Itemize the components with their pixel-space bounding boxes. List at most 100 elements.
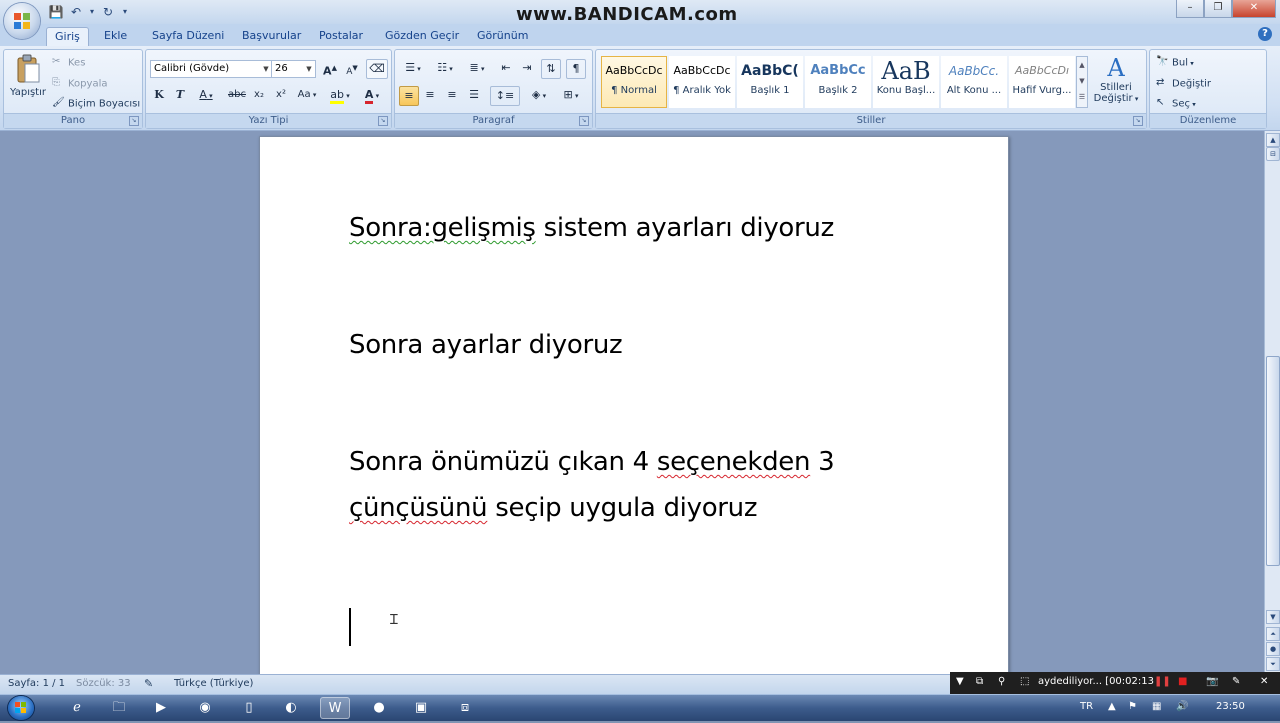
document-line[interactable]: Sonra:gelişmiş sistem ayarları diyoruz <box>349 213 834 243</box>
font-size-combo[interactable]: 26 ▼ <box>271 60 316 78</box>
align-left-button[interactable]: ≡ <box>399 86 419 106</box>
align-right-button[interactable]: ≡ <box>443 86 461 104</box>
language-tray[interactable]: TR <box>1080 701 1093 712</box>
font-color-button[interactable]: A ▾ <box>358 86 386 104</box>
justify-button[interactable]: ☰ <box>465 86 483 104</box>
style-item[interactable]: AaBbCc. Alt Konu ... <box>941 56 1007 108</box>
style-item[interactable]: AaBbCcDı Hafif Vurg... <box>1009 56 1075 108</box>
scroll-up-button[interactable]: ▲ <box>1266 133 1280 147</box>
flag-icon[interactable]: ⚑ <box>1128 701 1137 712</box>
network-icon[interactable]: ▦ <box>1152 701 1161 712</box>
tray-expand-icon[interactable]: ▲ <box>1108 701 1116 712</box>
paragraph-dialog-launcher-icon[interactable]: ↘ <box>579 116 589 126</box>
bold-button[interactable]: K <box>151 86 167 104</box>
tab-giris[interactable]: Giriş <box>46 27 89 46</box>
styles-dialog-launcher-icon[interactable]: ↘ <box>1133 116 1143 126</box>
camera-icon[interactable]: 📷 <box>1206 676 1218 687</box>
decrease-indent-button[interactable]: ⇤ <box>497 59 515 77</box>
save-icon[interactable]: 💾 <box>48 4 64 20</box>
ruler-toggle-icon[interactable]: ⊟ <box>1266 147 1280 161</box>
style-item[interactable]: AaB Konu Başl... <box>873 56 939 108</box>
numbering-button[interactable]: ☷ ▾ <box>431 59 459 77</box>
redo-icon[interactable]: ↻ <box>100 4 116 20</box>
chrome-icon[interactable]: ◉ <box>190 697 220 719</box>
italic-button[interactable]: T <box>172 86 188 104</box>
style-item[interactable]: AaBbCc Başlık 2 <box>805 56 871 108</box>
volume-icon[interactable]: 🔊 <box>1176 701 1188 712</box>
tab-gorunum[interactable]: Görünüm <box>477 27 528 45</box>
format-painter-button[interactable]: 🖌 Biçim Boyacısı <box>52 97 140 110</box>
tab-gozden-gecir[interactable]: Gözden Geçir <box>385 27 459 45</box>
language-indicator[interactable]: Türkçe (Türkiye) <box>174 678 253 689</box>
find-button[interactable]: 🔭 Bul ▾ <box>1156 56 1194 69</box>
superscript-button[interactable]: x² <box>272 86 290 104</box>
shrink-font-button[interactable]: A▼ <box>343 59 361 77</box>
document-line[interactable]: Sonra önümüzü çıkan 4 seçenekden 3 <box>349 447 835 477</box>
notepad-icon[interactable]: ▯ <box>234 697 264 719</box>
style-item[interactable]: AaBbC(Başlık 1 <box>737 56 803 108</box>
stop-icon[interactable]: ■ <box>1178 676 1187 687</box>
browse-object-icon[interactable]: ● <box>1266 642 1280 656</box>
proofing-icon[interactable]: ✎ <box>144 677 153 690</box>
bandicam-icon[interactable]: ● <box>364 697 394 719</box>
close-icon[interactable]: ✕ <box>1260 676 1268 687</box>
line-spacing-button[interactable]: ↕≡ <box>490 86 520 106</box>
increase-indent-button[interactable]: ⇥ <box>518 59 536 77</box>
minimize-button[interactable]: – <box>1176 0 1204 18</box>
clock[interactable]: 23:50 <box>1216 701 1245 712</box>
document-page[interactable]: Ɪ Sonra:gelişmiş sistem ayarları diyoruz… <box>259 136 1009 678</box>
office-button[interactable] <box>4 3 40 39</box>
pano-dialog-launcher-icon[interactable]: ↘ <box>129 116 139 126</box>
gallery-more-icon[interactable]: ☰ <box>1077 89 1087 105</box>
scroll-thumb[interactable] <box>1266 356 1280 566</box>
page-indicator[interactable]: Sayfa: 1 / 1 <box>8 678 65 689</box>
gallery-scroll[interactable]: ▲ ▼ ☰ <box>1076 56 1088 108</box>
font-dialog-launcher-icon[interactable]: ↘ <box>378 116 388 126</box>
help-icon[interactable]: ? <box>1258 27 1272 41</box>
show-hide-button[interactable]: ¶ <box>566 59 586 79</box>
undo-icon[interactable]: ↶ <box>68 4 84 20</box>
explorer-icon[interactable]: 🗀 <box>104 697 134 719</box>
collapse-icon[interactable]: ▼ <box>956 676 964 687</box>
search-icon[interactable]: ⚲ <box>998 676 1005 687</box>
strikethrough-button[interactable]: abc <box>226 86 248 104</box>
media-player-icon[interactable]: ▶ <box>146 697 176 719</box>
control-panel-icon[interactable]: ▣ <box>406 697 436 719</box>
cut-button[interactable]: ✂ Kes <box>52 56 85 69</box>
style-item[interactable]: AaBbCcDc ¶ Normal <box>601 56 667 108</box>
sort-button[interactable]: ⇅ <box>541 59 561 79</box>
chevron-down-icon[interactable]: ▼ <box>1077 73 1087 89</box>
document-line[interactable]: çünçüsünü seçip uygula diyoruz <box>349 493 758 523</box>
pause-icon[interactable]: ❚❚ <box>1154 676 1171 687</box>
remote-icon[interactable]: ⧈ <box>450 697 480 719</box>
copy-button[interactable]: ⎘ Kopyala <box>52 77 107 90</box>
highlight-button[interactable]: ab ▾ <box>326 86 354 104</box>
window-mode-icon[interactable]: ⧉ <box>976 676 983 687</box>
change-case-button[interactable]: Aa ▾ <box>294 86 320 104</box>
app-icon[interactable]: ◐ <box>276 697 306 719</box>
chevron-up-icon[interactable]: ▲ <box>1077 57 1087 73</box>
tab-ekle[interactable]: Ekle <box>104 27 127 45</box>
dropdown-arrow-icon[interactable]: ▾ <box>88 4 96 20</box>
grow-font-button[interactable]: A▲ <box>321 59 339 78</box>
font-name-combo[interactable]: Calibri (Gövde) ▼ <box>150 60 273 78</box>
start-button[interactable] <box>8 696 34 720</box>
paste-button[interactable]: Yapıştır <box>8 54 48 112</box>
pencil-icon[interactable]: ✎ <box>1232 676 1240 687</box>
shading-button[interactable]: ◈ ▾ <box>525 86 553 104</box>
document-line[interactable]: Sonra ayarlar diyoruz <box>349 330 623 360</box>
scroll-down-button[interactable]: ▼ <box>1266 610 1280 624</box>
align-center-button[interactable]: ≡ <box>421 86 439 104</box>
multilevel-list-button[interactable]: ≣ ▾ <box>463 59 491 77</box>
tab-postalar[interactable]: Postalar <box>319 27 363 45</box>
region-select-icon[interactable]: ⬚ <box>1020 676 1029 687</box>
customize-qat-icon[interactable]: ▾ <box>120 4 130 20</box>
tab-sayfa-duzeni[interactable]: Sayfa Düzeni <box>152 27 224 45</box>
tab-basvurular[interactable]: Başvurular <box>242 27 301 45</box>
next-page-icon[interactable]: ⏷ <box>1266 657 1280 671</box>
bullets-button[interactable]: ☰ ▾ <box>399 59 427 77</box>
ie-icon[interactable]: ℯ <box>62 697 92 719</box>
underline-button[interactable]: A ▾ <box>194 86 218 104</box>
borders-button[interactable]: ⊞ ▾ <box>557 86 585 104</box>
replace-button[interactable]: ⇄ Değiştir <box>1156 77 1211 90</box>
